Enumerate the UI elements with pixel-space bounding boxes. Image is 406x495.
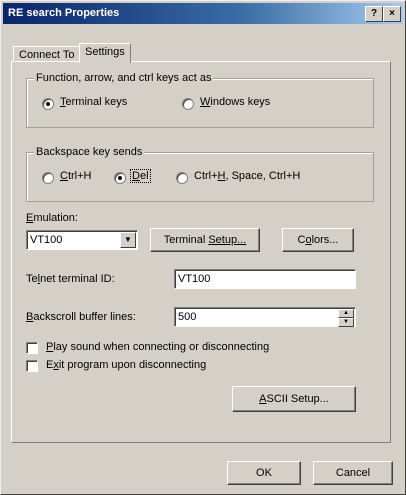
del-mnemonic: D xyxy=(132,170,140,182)
ok-button[interactable]: OK xyxy=(227,461,301,485)
exit-program-checkbox[interactable] xyxy=(26,360,38,372)
terminal-setup-mnemonic: Setup... xyxy=(208,234,247,246)
terminal-setup-text: Terminal xyxy=(163,234,209,246)
backscroll-label: Backscroll buffer lines: xyxy=(26,311,136,323)
del-label[interactable]: Del xyxy=(130,169,151,183)
del-radio[interactable] xyxy=(114,172,126,184)
ctrl-h-radio[interactable] xyxy=(42,172,54,184)
tab-settings-label: Settings xyxy=(85,46,125,58)
backspace-label: Backspace key sends xyxy=(34,146,145,158)
windows-keys-mnemonic: W xyxy=(200,96,211,108)
close-button[interactable]: × xyxy=(383,6,401,22)
terminal-keys-label[interactable]: Terminal keys xyxy=(60,96,127,108)
ok-label: OK xyxy=(256,467,272,479)
play-sound-text: lay sound when connecting or disconnecti… xyxy=(53,341,270,353)
ctrl-h-label[interactable]: Ctrl+H xyxy=(60,170,91,182)
backscroll-value: 500 xyxy=(178,311,197,323)
windows-keys-text: indows keys xyxy=(210,96,271,108)
spin-down-button[interactable]: ▼ xyxy=(338,318,354,327)
terminal-setup-button[interactable]: Terminal Setup... xyxy=(150,228,260,252)
windows-keys-radio[interactable] xyxy=(182,98,194,110)
windows-keys-label[interactable]: Windows keys xyxy=(200,96,270,108)
colors-button[interactable]: Colors... xyxy=(282,228,354,252)
help-button[interactable]: ? xyxy=(365,6,383,22)
chevron-down-icon: ▼ xyxy=(124,235,132,244)
ascii-setup-button[interactable]: ASCII Setup... xyxy=(232,386,356,412)
del-text: el xyxy=(139,170,149,182)
emulation-value: VT100 xyxy=(30,234,63,246)
ctrl-h-mnemonic: C xyxy=(60,170,68,182)
help-icon: ? xyxy=(370,8,378,19)
ctrl-h-space-prefix: Ctrl+ xyxy=(194,170,218,182)
ctrl-h-text: trl+H xyxy=(67,170,92,182)
cancel-button[interactable]: Cancel xyxy=(313,461,393,485)
tab-connect-to[interactable]: Connect To xyxy=(13,46,81,62)
cancel-label: Cancel xyxy=(335,467,371,479)
telnet-id-prefix: Te xyxy=(26,273,38,285)
terminal-keys-text: erminal keys xyxy=(65,96,128,108)
spin-down-icon: ▼ xyxy=(343,319,349,325)
emulation-dropdown-button[interactable]: ▼ xyxy=(120,232,136,248)
exit-program-text: it program upon disconnecting xyxy=(58,359,207,371)
emulation-label: Emulation: xyxy=(26,212,78,224)
function-keys-label: Function, arrow, and ctrl keys act as xyxy=(34,72,214,84)
play-sound-label[interactable]: Play sound when connecting or disconnect… xyxy=(46,341,269,353)
telnet-id-input[interactable]: VT100 xyxy=(174,269,356,289)
telnet-id-label: Telnet terminal ID: xyxy=(26,273,115,285)
colors-text: lors... xyxy=(311,234,339,246)
backscroll-text: ackscroll buffer lines: xyxy=(33,311,136,323)
play-sound-checkbox[interactable] xyxy=(26,342,38,354)
spin-up-icon: ▲ xyxy=(343,310,349,316)
title-bar[interactable]: RE search Properties ? × xyxy=(3,3,403,24)
window-title: RE search Properties xyxy=(8,7,120,19)
ctrl-h-space-text: , Space, Ctrl+H xyxy=(225,170,301,182)
terminal-keys-radio[interactable] xyxy=(42,98,54,110)
exit-program-label[interactable]: Exit program upon disconnecting xyxy=(46,359,206,371)
emulation-text: mulation: xyxy=(33,212,78,224)
spin-up-button[interactable]: ▲ xyxy=(338,309,354,318)
ctrl-h-space-label[interactable]: Ctrl+H, Space, Ctrl+H xyxy=(194,170,300,182)
ascii-setup-text: SCII Setup... xyxy=(266,393,329,405)
telnet-id-value: VT100 xyxy=(178,273,211,285)
ctrl-h-space-radio[interactable] xyxy=(176,172,188,184)
tab-connect-to-label: Connect To xyxy=(19,49,75,61)
telnet-id-text: net terminal ID: xyxy=(40,273,115,285)
tab-settings[interactable]: Settings xyxy=(79,43,131,63)
backscroll-input[interactable]: 500 xyxy=(174,307,356,327)
properties-dialog: RE search Properties ? × Connect To Sett… xyxy=(0,0,406,495)
settings-panel: Function, arrow, and ctrl keys act as Te… xyxy=(11,61,391,443)
close-icon: × xyxy=(389,8,395,19)
